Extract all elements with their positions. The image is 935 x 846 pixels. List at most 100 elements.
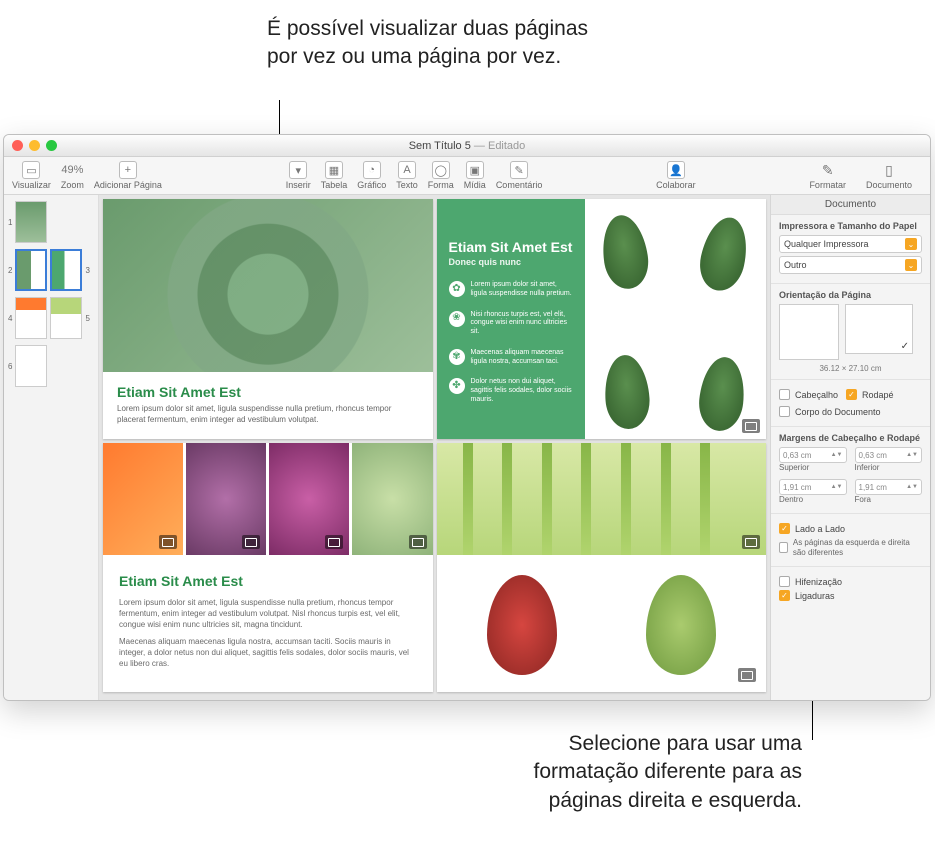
text-button[interactable]: ATexto xyxy=(396,161,418,190)
facing-pages-checkbox[interactable]: Lado a Lado xyxy=(779,523,922,534)
margin-top-input[interactable]: 0,63 cm▲▼ xyxy=(779,447,847,463)
ligatures-checkbox[interactable]: Ligaduras xyxy=(779,590,922,601)
image-placeholder-icon[interactable] xyxy=(742,419,760,433)
zoom-button[interactable]: 49%Zoom xyxy=(61,161,84,190)
thumb-page xyxy=(50,249,82,291)
margin-inside-input[interactable]: 1,91 cm▲▼ xyxy=(779,479,847,495)
app-window: Sem Título 5 — Editado ▭Visualizar 49%Zo… xyxy=(3,134,931,701)
media-button[interactable]: ▣Mídia xyxy=(464,161,486,190)
stepper-icon: ▲▼ xyxy=(831,485,843,490)
doc-name: Sem Título 5 xyxy=(409,140,471,152)
bullet: ✿Lorem ipsum dolor sit amet, ligula susp… xyxy=(449,281,573,299)
document-icon: ▯ xyxy=(880,161,898,179)
stepper-icon: ▲▼ xyxy=(906,453,918,458)
thumb-row-2[interactable]: 23 xyxy=(8,249,94,291)
orientation-portrait[interactable] xyxy=(779,304,839,360)
page-3[interactable]: Etiam Sit Amet Est Donec quis nunc ✿Lore… xyxy=(437,199,767,439)
spread-1: Etiam Sit Amet Est Lorem ipsum dolor sit… xyxy=(99,195,770,443)
text-icon: A xyxy=(398,161,416,179)
image-strip xyxy=(103,443,433,555)
section-title: Orientação da Página xyxy=(779,290,922,300)
text-options-section: Hifenização Ligaduras xyxy=(771,567,930,610)
inspector-panel: Documento Impressora e Tamanho do Papel … xyxy=(770,195,930,700)
checkbox-icon xyxy=(846,389,857,400)
titlebar: Sem Título 5 — Editado xyxy=(4,135,930,157)
page-thumbnails: 1 23 45 6 xyxy=(4,195,99,700)
tile-image xyxy=(103,443,183,555)
view-button[interactable]: ▭Visualizar xyxy=(12,161,51,190)
paper-picker[interactable]: Outro⌄ xyxy=(779,256,922,274)
window-title: Sem Título 5 — Editado xyxy=(4,140,930,152)
add-page-button[interactable]: +Adicionar Página xyxy=(94,161,162,190)
insert-icon: ▾ xyxy=(289,161,307,179)
page3-text: Etiam Sit Amet Est Donec quis nunc ✿Lore… xyxy=(437,199,585,439)
leaf-graphic xyxy=(696,355,747,433)
caption-title: Etiam Sit Amet Est xyxy=(117,384,419,400)
leaf-graphic xyxy=(602,354,651,431)
collaborate-icon: 👤 xyxy=(667,161,685,179)
page-5[interactable] xyxy=(437,443,767,692)
page-2[interactable]: Etiam Sit Amet Est Lorem ipsum dolor sit… xyxy=(103,199,433,439)
thumb-page xyxy=(15,249,47,291)
thumb-page xyxy=(15,297,47,339)
image-placeholder-icon[interactable] xyxy=(738,668,756,682)
thumb-row-4[interactable]: 6 xyxy=(8,345,94,387)
toolbar: ▭Visualizar 49%Zoom +Adicionar Página ▾I… xyxy=(4,157,930,195)
page3-subtitle: Donec quis nunc xyxy=(449,257,573,267)
page-dimensions: 36.12 × 27.10 cm xyxy=(779,364,922,373)
image-placeholder-icon[interactable] xyxy=(742,535,760,549)
footer-checkbox[interactable]: Rodapé xyxy=(846,389,894,400)
header-checkbox[interactable]: Cabeçalho xyxy=(779,389,838,400)
leaf-graphic xyxy=(646,575,716,675)
insert-button[interactable]: ▾Inserir xyxy=(286,161,311,190)
shape-button[interactable]: ◯Forma xyxy=(428,161,454,190)
margin-bottom-input[interactable]: 0,63 cm▲▼ xyxy=(855,447,923,463)
inspector-tab-document[interactable]: Documento xyxy=(771,195,930,215)
image-placeholder-icon[interactable] xyxy=(159,535,177,549)
checkbox-icon xyxy=(779,542,788,553)
leaf-graphic xyxy=(487,575,557,675)
comment-button[interactable]: ✎Comentário xyxy=(496,161,543,190)
canvas[interactable]: Etiam Sit Amet Est Lorem ipsum dolor sit… xyxy=(99,195,770,700)
bullet: ✾Maecenas aliquam maecenas ligula nostra… xyxy=(449,349,573,367)
collaborate-button[interactable]: 👤Colaborar xyxy=(656,161,696,190)
bullet: ❀Nisi rhoncus turpis est, vel elit, cong… xyxy=(449,311,573,337)
page-4[interactable]: Etiam Sit Amet Est Lorem ipsum dolor sit… xyxy=(103,443,433,692)
image-placeholder-icon[interactable] xyxy=(325,535,343,549)
thumb-row-3[interactable]: 45 xyxy=(8,297,94,339)
printer-section: Impressora e Tamanho do Papel Qualquer I… xyxy=(771,215,930,284)
stepper-icon: ▲▼ xyxy=(906,485,918,490)
table-button[interactable]: ▦Tabela xyxy=(321,161,348,190)
leaf-graphic xyxy=(598,212,652,291)
document-button[interactable]: ▯Documento xyxy=(866,161,912,190)
chart-icon: ◔ xyxy=(363,161,381,179)
orientation-section: Orientação da Página 36.12 × 27.10 cm xyxy=(771,284,930,380)
media-icon: ▣ xyxy=(466,161,484,179)
format-button[interactable]: ✎Formatar xyxy=(809,161,846,190)
thumb-row-1[interactable]: 1 xyxy=(8,201,94,243)
thumb-num: 2 xyxy=(8,266,12,275)
body-checkbox[interactable]: Corpo do Documento xyxy=(779,406,922,417)
image-placeholder-icon[interactable] xyxy=(409,535,427,549)
image-placeholder-icon[interactable] xyxy=(242,535,260,549)
printer-picker[interactable]: Qualquer Impressora⌄ xyxy=(779,235,922,253)
leaf-icon: ✤ xyxy=(449,378,465,394)
bamboo-image xyxy=(437,443,767,555)
shape-icon: ◯ xyxy=(432,161,450,179)
hyphenation-checkbox[interactable]: Hifenização xyxy=(779,576,922,587)
chart-button[interactable]: ◔Gráfico xyxy=(357,161,386,190)
view-icon: ▭ xyxy=(22,161,40,179)
thumb-num: 4 xyxy=(8,314,12,323)
add-page-icon: + xyxy=(119,161,137,179)
orientation-landscape[interactable] xyxy=(845,304,913,354)
stepper-icon: ▲▼ xyxy=(831,453,843,458)
leftright-different-checkbox[interactable]: As páginas da esquerda e direita são dif… xyxy=(779,537,922,557)
section-title: Impressora e Tamanho do Papel xyxy=(779,221,922,231)
thumb-num: 3 xyxy=(85,266,89,275)
thumb-page xyxy=(15,201,47,243)
callout-bottom-line xyxy=(812,696,813,740)
comment-icon: ✎ xyxy=(510,161,528,179)
zoom-value: 49% xyxy=(61,161,83,179)
margin-outside-input[interactable]: 1,91 cm▲▼ xyxy=(855,479,923,495)
page4-p1: Lorem ipsum dolor sit amet, ligula suspe… xyxy=(119,597,417,631)
